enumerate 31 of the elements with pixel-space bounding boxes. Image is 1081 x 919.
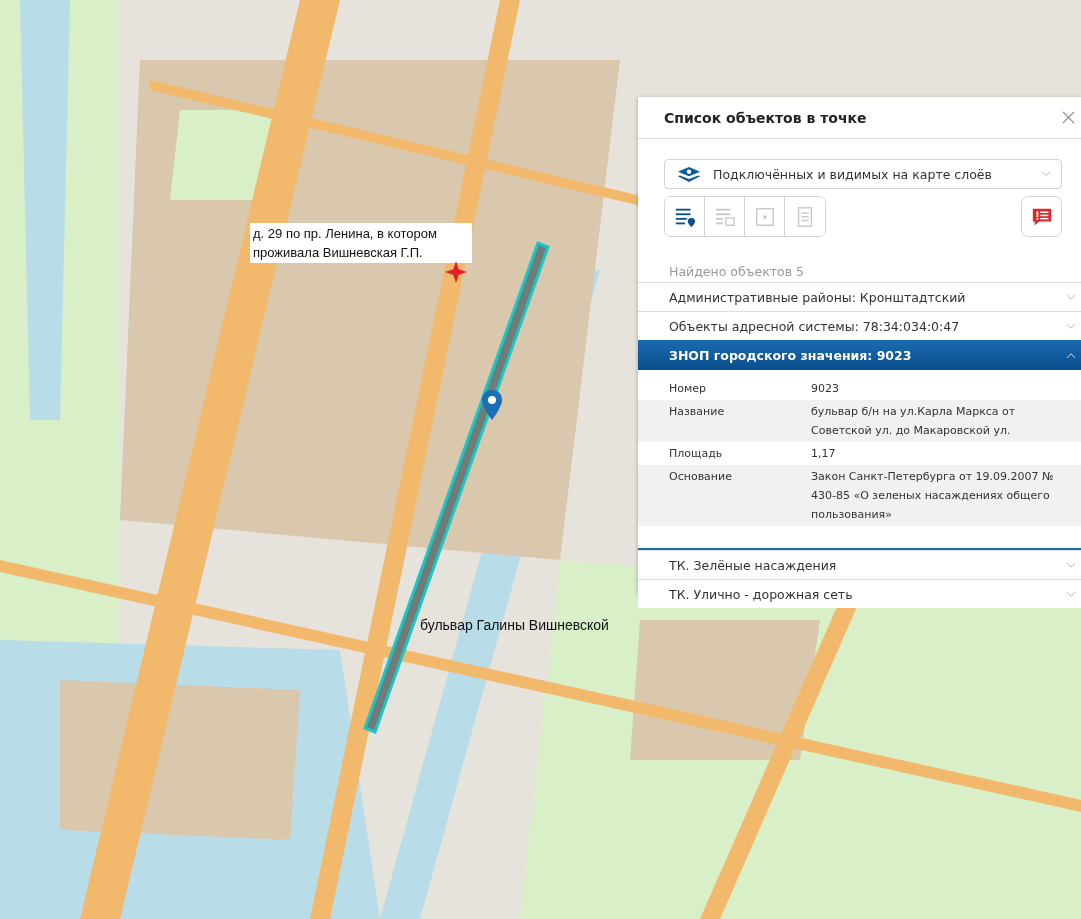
chevron-down-icon (1066, 322, 1076, 330)
field-label: Номер (669, 381, 708, 397)
found-count: Найдено объектов 5 (668, 264, 805, 281)
map-label: д. 29 по пр. Ленина, в котором проживала Вишневская Г.П. (250, 223, 472, 263)
chevron-up-icon (1066, 351, 1076, 359)
field-label: Основание (669, 469, 733, 485)
section-header[interactable]: Административные районы: Кронштадтский (638, 282, 1081, 311)
question-frame-icon (753, 205, 776, 228)
map-label: бульвар Галины Вишневской (420, 617, 609, 633)
chevron-down-icon (1066, 590, 1076, 598)
section-header[interactable]: Объекты адресной системы: 78:34:034:0:47 (638, 311, 1081, 340)
chevron-down-icon (1041, 171, 1051, 177)
section-header[interactable]: ЗНОП городского значения: 9023 (638, 340, 1081, 370)
list-pin-tool[interactable] (665, 197, 705, 236)
cross-marker-icon (445, 261, 467, 283)
section-header[interactable]: ТК. Зелёные насаждения (638, 550, 1081, 579)
field-label: Название (669, 404, 726, 420)
chevron-down-icon (1066, 561, 1076, 569)
chevron-down-icon (1066, 293, 1076, 301)
layer-select[interactable]: Подключённых и видимых на карте слоёв (664, 159, 1062, 189)
section-header[interactable]: ТК. Улично - дорожная сеть (638, 579, 1081, 608)
field-value: бульвар б/н на ул.Карла Маркса от Советской ул. до Макаровской ул. (811, 404, 1017, 439)
panel-title: Список объектов в точке (664, 109, 867, 126)
layers-icon (677, 165, 701, 183)
field-value: 9023 (811, 381, 840, 397)
pin-icon (482, 390, 502, 420)
close-icon[interactable] (1062, 111, 1075, 124)
field-label: Площадь (669, 446, 724, 462)
field-value: 1,17 (811, 446, 837, 462)
field-value: Закон Санкт-Петербурга от 19.09.2007 № 430-85 «О зеленых насаждениях общего пользования» (811, 469, 1055, 523)
report-button[interactable] (1021, 196, 1062, 237)
